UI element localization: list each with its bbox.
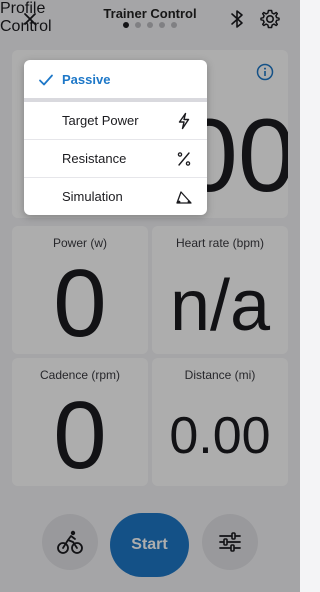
cadence-value: 0 [53, 382, 107, 486]
menu-item-simulation[interactable]: Simulation [24, 179, 207, 215]
page-dot[interactable] [171, 22, 177, 28]
heart-rate-label: Heart rate (bpm) [175, 236, 265, 250]
info-icon [256, 63, 274, 81]
checkmark-icon [39, 74, 53, 86]
settings-button[interactable] [258, 7, 282, 31]
power-label: Power (w) [52, 236, 107, 250]
info-button[interactable] [256, 63, 274, 81]
page-dot[interactable] [135, 22, 141, 28]
page-dot[interactable] [147, 22, 153, 28]
bluetooth-button[interactable] [226, 7, 248, 31]
menu-item-label: Simulation [62, 189, 123, 204]
page-title: Trainer Control [103, 6, 197, 21]
heart-rate-value: n/a [169, 266, 271, 346]
cadence-tile: Cadence (rpm) 0 [12, 358, 148, 486]
power-value: 0 [53, 250, 107, 354]
distance-value: 0.00 [169, 407, 271, 465]
cyclist-icon [57, 530, 83, 554]
menu-item-resistance[interactable]: Resistance [24, 141, 207, 177]
menu-divider [24, 139, 207, 140]
menu-item-passive[interactable]: Passive [24, 62, 207, 98]
start-button[interactable]: Start [110, 513, 189, 577]
heart-rate-tile: Heart rate (bpm) n/a [152, 226, 288, 354]
menu-item-target-power[interactable]: Target Power [24, 103, 207, 139]
sliders-icon [219, 532, 241, 552]
control-button[interactable] [202, 514, 258, 570]
page-indicator [0, 22, 300, 28]
menu-item-label: Target Power [62, 113, 139, 128]
header: Trainer Control [0, 0, 300, 44]
bluetooth-icon [231, 10, 243, 28]
mode-dropdown-menu: Passive Target Power Resistance Simulati… [24, 60, 207, 215]
menu-item-label: Resistance [62, 151, 127, 166]
percent-icon [177, 152, 191, 166]
page-dot-active[interactable] [123, 22, 129, 28]
gear-icon [260, 9, 280, 29]
profile-button[interactable] [42, 514, 98, 570]
cadence-label: Cadence (rpm) [39, 368, 121, 382]
menu-divider [24, 98, 207, 102]
page-dot[interactable] [159, 22, 165, 28]
lightning-icon [178, 112, 190, 130]
menu-item-label: Passive [62, 72, 111, 87]
menu-divider [24, 177, 207, 178]
distance-tile: Distance (mi) 0.00 [152, 358, 288, 486]
power-tile: Power (w) 0 [12, 226, 148, 354]
distance-label: Distance (mi) [184, 368, 256, 382]
slope-icon [176, 191, 192, 204]
